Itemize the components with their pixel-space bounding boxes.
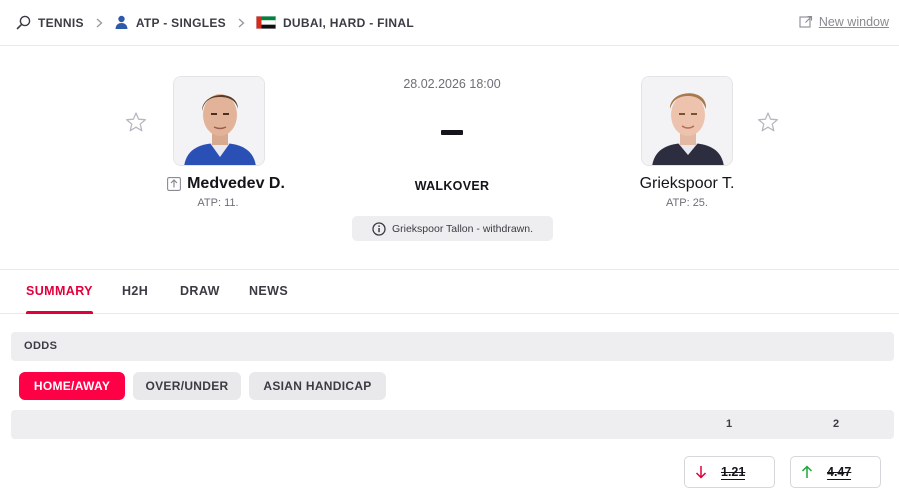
tennis-racket-icon [16,15,31,30]
chevron-right-icon [96,17,103,28]
away-player-name[interactable]: Griekspoor T. [617,175,757,193]
match-datetime: 28.02.2026 18:00 [403,77,501,91]
home-player-name[interactable]: Medvedev D. [156,175,296,193]
breadcrumb: TENNIS ATP - SINGLES DUBAI, HARD - FINAL [0,0,899,46]
breadcrumb-tournament-label: DUBAI, HARD - FINAL [282,15,414,30]
tab-summary[interactable]: SUMMARY [26,270,93,314]
market-home-away-button[interactable]: HOME/AWAY [19,372,125,400]
arrow-down-icon [695,466,707,479]
match-status: WALKOVER [414,179,490,193]
tab-news[interactable]: NEWS [249,270,288,314]
odds-value-home: 1.21 [721,464,746,480]
favorite-star-icon-away[interactable] [757,111,779,133]
away-player-photo[interactable] [641,76,733,166]
tab-h2h[interactable]: H2H [122,270,148,314]
home-player-name-label: Medvedev D. [187,175,285,192]
uae-flag-icon [255,16,276,29]
chevron-right-icon [238,17,245,28]
odds-column-home: 1 [726,418,733,430]
match-info-badge: Griekspoor Tallon - withdrawn. [352,216,553,241]
market-over-under-button[interactable]: OVER/UNDER [133,372,241,400]
arrow-up-icon [801,465,813,478]
favorite-star-icon-home[interactable] [125,111,147,133]
odds-column-away: 2 [833,418,840,430]
person-icon [115,15,128,29]
breadcrumb-sport-label: TENNIS [38,15,84,30]
new-window-link[interactable]: New window [799,15,889,29]
rank-up-icon [167,177,182,191]
breadcrumb-sport[interactable]: TENNIS [16,15,84,30]
player-photo-griekspoor [642,77,732,165]
odds-value-away: 4.47 [827,464,852,480]
match-tabs: SUMMARY H2H DRAW NEWS [0,269,899,314]
home-player-photo[interactable] [173,76,265,166]
info-icon [372,221,386,236]
new-window-label: New window [818,15,889,29]
away-player-name-label: Griekspoor T. [639,175,735,192]
external-link-icon [799,15,812,28]
market-asian-handicap-button[interactable]: ASIAN HANDICAP [249,372,386,400]
odds-columns-header [11,410,894,439]
breadcrumb-category-label: ATP - SINGLES [135,15,226,30]
breadcrumb-category[interactable]: ATP - SINGLES [114,15,226,30]
match-info-text: Griekspoor Tallon - withdrawn. [391,222,534,235]
player-photo-medvedev [174,77,264,165]
odds-cell-home[interactable]: 1.21 [684,456,775,488]
tab-draw[interactable]: DRAW [180,270,220,314]
odds-section-header: ODDS [11,332,894,361]
match-score [441,130,463,135]
breadcrumb-tournament[interactable]: DUBAI, HARD - FINAL [255,15,414,30]
home-player-rank: ATP: 11. [197,197,239,209]
away-player-rank: ATP: 25. [666,197,708,209]
odds-cell-away[interactable]: 4.47 [790,456,881,488]
